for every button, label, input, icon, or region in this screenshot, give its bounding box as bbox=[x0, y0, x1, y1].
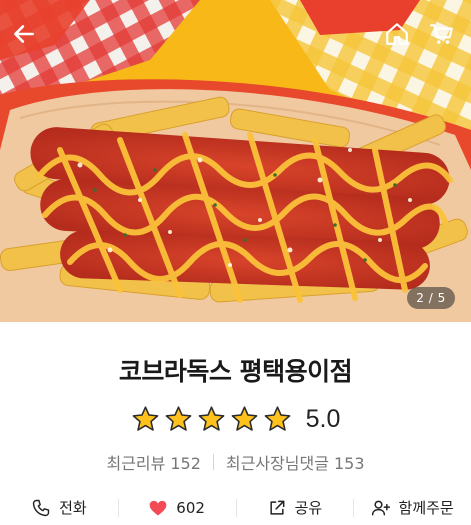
share-label: 공유 bbox=[294, 499, 323, 517]
cart-icon bbox=[430, 24, 453, 44]
rating-value: 5.0 bbox=[305, 404, 341, 433]
phone-icon bbox=[31, 498, 51, 518]
call-button[interactable]: 전화 bbox=[0, 493, 118, 523]
star-icon bbox=[198, 405, 224, 431]
call-label: 전화 bbox=[59, 499, 87, 517]
divider bbox=[212, 454, 214, 470]
star-icon bbox=[132, 405, 158, 431]
like-count: 602 bbox=[176, 498, 205, 517]
store-name: 코브라독스 평택용이점 bbox=[118, 357, 353, 386]
group-order-label: 함께주문 bbox=[398, 499, 454, 517]
group-order-button[interactable]: 함께주문 bbox=[353, 493, 471, 523]
star-icon bbox=[264, 405, 290, 431]
review-counts: 최근리뷰 152 최근사장님댓글 153 bbox=[0, 451, 471, 473]
owner-comment-label: 최근사장님댓글 bbox=[225, 454, 329, 473]
add-person-icon bbox=[371, 498, 391, 518]
rating-row: 5.0 bbox=[0, 403, 471, 435]
arrow-left-icon bbox=[14, 25, 34, 43]
heart-icon bbox=[148, 498, 168, 518]
recent-review-count: 152 bbox=[170, 454, 201, 473]
share-button[interactable]: 공유 bbox=[235, 493, 354, 523]
back-button[interactable] bbox=[8, 18, 40, 50]
cart-button[interactable] bbox=[426, 18, 458, 50]
top-navigation bbox=[0, 0, 471, 70]
home-icon bbox=[386, 23, 408, 45]
like-button[interactable]: 602 bbox=[117, 493, 236, 523]
recent-review-label: 최근리뷰 bbox=[106, 454, 166, 473]
store-photo-carousel[interactable]: 2 / 5 bbox=[0, 0, 471, 322]
star-icon bbox=[231, 405, 257, 431]
home-button[interactable] bbox=[381, 18, 413, 50]
owner-comment-link[interactable]: 최근사장님댓글 153 bbox=[226, 450, 365, 474]
star-rating bbox=[131, 405, 292, 434]
action-bar: 전화 602 공유 함께주문 bbox=[0, 490, 471, 525]
share-icon bbox=[267, 498, 287, 518]
owner-comment-count: 153 bbox=[333, 454, 365, 473]
photo-page-indicator: 2 / 5 bbox=[407, 287, 455, 309]
recent-review-link[interactable]: 최근리뷰 152 bbox=[106, 450, 200, 474]
star-icon bbox=[165, 405, 191, 431]
